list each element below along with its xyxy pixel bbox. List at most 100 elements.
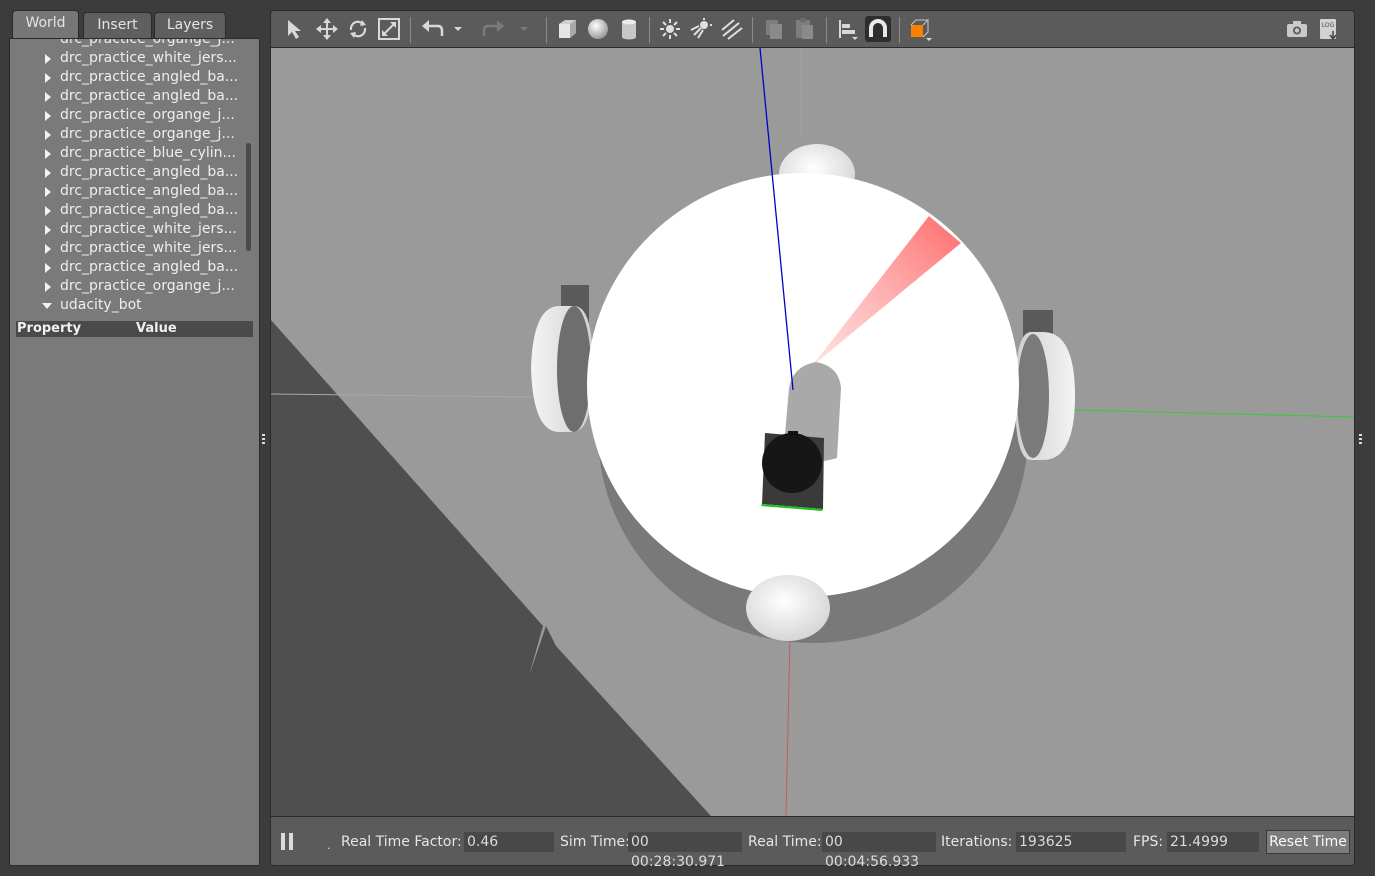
property-table-header: Property Value <box>16 321 253 337</box>
screenshot-icon[interactable] <box>1284 16 1310 42</box>
tree-item-label: drc_practice_white_jers... <box>60 221 237 237</box>
fps-value: 21.4999 <box>1167 832 1259 852</box>
expand-arrow-icon[interactable] <box>45 168 51 178</box>
align-icon[interactable] <box>834 16 860 42</box>
log-icon[interactable]: LOG <box>1316 16 1342 42</box>
reset-time-button[interactable]: Reset Time <box>1266 830 1350 854</box>
iterations-label: Iterations: <box>941 834 1013 850</box>
view-angle-icon[interactable] <box>907 16 933 42</box>
expand-arrow-icon[interactable] <box>45 187 51 197</box>
expand-arrow-icon[interactable] <box>45 149 51 159</box>
tree-item[interactable]: drc_practice_blue_cylin... <box>14 144 244 163</box>
tab-world[interactable]: World <box>12 10 79 39</box>
toolbar-separator <box>826 17 827 43</box>
toolbar-separator <box>410 17 411 43</box>
fps-label: FPS: <box>1133 834 1164 850</box>
left-wheel-hub <box>557 306 591 432</box>
tab-insert[interactable]: Insert <box>83 12 152 38</box>
spot-light-icon[interactable] <box>688 16 714 42</box>
left-splitter-handle[interactable] <box>262 434 265 444</box>
tab-layers[interactable]: Layers <box>154 12 226 38</box>
translate-icon[interactable] <box>314 16 340 42</box>
collapse-arrow-icon[interactable] <box>42 303 52 309</box>
y-axis-line <box>1070 409 1354 418</box>
tree-item[interactable]: drc_practice_white_jers... <box>14 239 244 258</box>
panel-tabs: Insert Layers World <box>9 10 260 39</box>
expand-arrow-icon[interactable] <box>45 111 51 121</box>
tree-item-label: udacity_bot <box>60 297 142 313</box>
cylinder-icon[interactable] <box>616 16 642 42</box>
expand-arrow-icon[interactable] <box>45 92 51 102</box>
expand-arrow-icon[interactable] <box>45 73 51 83</box>
expand-arrow-icon[interactable] <box>45 244 51 254</box>
toolbar-separator <box>649 17 650 43</box>
expand-arrow-icon[interactable] <box>45 54 51 64</box>
paste-icon[interactable] <box>792 16 818 42</box>
tree-item[interactable]: drc_practice_organge_j... <box>14 106 244 125</box>
x-axis-line <box>785 637 791 816</box>
expand-arrow-icon[interactable] <box>45 206 51 216</box>
world-panel: drc_practice_organge_j... drc_practice_w… <box>9 38 260 866</box>
tree-item[interactable]: drc_practice_organge_j... <box>14 125 244 144</box>
tree-item[interactable]: drc_practice_organge_j... <box>14 277 244 296</box>
snap-magnet-icon[interactable] <box>865 16 891 42</box>
left-panel: Insert Layers World drc_practice_organge… <box>9 10 260 866</box>
expand-arrow-icon[interactable] <box>45 225 51 235</box>
toolbar-separator <box>546 17 547 43</box>
tree-item-label: drc_practice_organge_j... <box>60 107 235 123</box>
tree-item[interactable]: drc_practice_angled_ba... <box>14 182 244 201</box>
toolbar-separator <box>752 17 753 43</box>
real-time-label: Real Time: <box>748 834 822 850</box>
undo-dropdown-icon[interactable] <box>451 16 465 42</box>
copy-icon[interactable] <box>761 16 787 42</box>
tree-scrollbar[interactable] <box>246 143 251 251</box>
rear-caster[interactable] <box>746 575 830 641</box>
toolbar: LOG <box>270 10 1355 48</box>
tree-item[interactable]: udacity_bot <box>14 296 244 315</box>
status-bar: . Real Time Factor: 0.46 Sim Time: 00 00… <box>270 816 1355 870</box>
model-tree[interactable]: drc_practice_organge_j... drc_practice_w… <box>14 39 244 324</box>
property-column-header: Property <box>17 321 82 336</box>
tree-item[interactable]: drc_practice_angled_ba... <box>14 87 244 106</box>
undo-icon[interactable] <box>419 16 445 42</box>
tree-item[interactable]: drc_practice_angled_ba... <box>14 258 244 277</box>
right-wheel-hub <box>1017 334 1049 458</box>
box-icon[interactable] <box>554 16 580 42</box>
scale-icon[interactable] <box>376 16 402 42</box>
redo-dropdown-icon[interactable] <box>517 16 531 42</box>
tree-item-label: drc_practice_organge_j... <box>60 278 235 294</box>
tree-item[interactable]: drc_practice_organge_j... <box>14 39 244 49</box>
step-indicator[interactable]: . <box>327 837 331 855</box>
tree-item[interactable]: drc_practice_angled_ba... <box>14 201 244 220</box>
directional-light-icon[interactable] <box>719 16 745 42</box>
3d-viewport[interactable] <box>270 48 1355 816</box>
tree-item-label: drc_practice_angled_ba... <box>60 164 239 180</box>
expand-arrow-icon[interactable] <box>45 282 51 292</box>
value-column-header: Value <box>136 321 177 336</box>
point-light-icon[interactable] <box>657 16 683 42</box>
tree-item-label: drc_practice_organge_j... <box>60 39 235 47</box>
sim-time-value: 00 00:28:30.971 <box>628 832 742 870</box>
tree-item-label: drc_practice_angled_ba... <box>60 69 239 85</box>
tree-item[interactable]: drc_practice_angled_ba... <box>14 68 244 87</box>
log-icon-text: LOG <box>1322 22 1335 29</box>
toolbar-separator <box>899 17 900 43</box>
expand-arrow-icon[interactable] <box>45 263 51 273</box>
pause-button[interactable] <box>281 833 295 850</box>
redo-icon[interactable] <box>481 16 507 42</box>
tree-item[interactable]: drc_practice_angled_ba... <box>14 163 244 182</box>
scene-render[interactable] <box>271 48 1355 816</box>
rotate-icon[interactable] <box>345 16 371 42</box>
tree-item-label: drc_practice_organge_j... <box>60 126 235 142</box>
expand-arrow-icon[interactable] <box>45 130 51 140</box>
sphere-icon[interactable] <box>585 16 611 42</box>
right-splitter-handle[interactable] <box>1359 434 1362 444</box>
tree-item[interactable]: drc_practice_white_jers... <box>14 49 244 68</box>
tree-item-label: drc_practice_white_jers... <box>60 50 237 66</box>
select-arrow-icon[interactable] <box>283 16 309 42</box>
sim-time-label: Sim Time: <box>560 834 630 850</box>
tree-item-label: drc_practice_angled_ba... <box>60 259 239 275</box>
iterations-value: 193625 <box>1016 832 1126 852</box>
tree-item[interactable]: drc_practice_white_jers... <box>14 220 244 239</box>
tree-item-label: drc_practice_blue_cylin... <box>60 145 236 161</box>
